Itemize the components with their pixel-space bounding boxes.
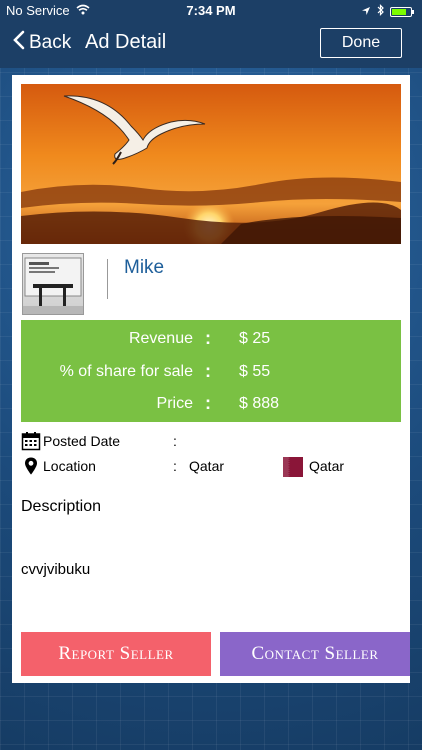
info-colon: : <box>173 458 177 474</box>
battery-icon <box>390 6 414 17</box>
bluetooth-icon <box>377 4 384 19</box>
clock: 7:34 PM <box>186 3 236 18</box>
seller-name: Mike <box>124 257 165 278</box>
header: No Service 7:34 PM Back Ad Detail Done <box>0 0 422 68</box>
location-value: Qatar <box>189 458 225 474</box>
stat-row-revenue: Revenue : $ 25 <box>21 324 401 354</box>
vertical-divider <box>107 259 108 299</box>
stat-value: $ 888 <box>239 395 280 412</box>
status-bar: No Service 7:34 PM <box>0 0 422 22</box>
stat-value: $ 25 <box>239 330 271 347</box>
posted-date-row: Posted Date : <box>21 430 401 452</box>
ad-image <box>21 84 401 244</box>
country-label: Qatar <box>309 458 345 474</box>
back-label: Back <box>29 32 72 53</box>
stat-label: Revenue <box>128 330 193 347</box>
stat-label: Price <box>156 395 193 412</box>
navbar: Back Ad Detail Done <box>0 22 422 68</box>
stat-colon: : <box>205 393 211 413</box>
page-title: Ad Detail <box>85 31 167 53</box>
location-arrow-icon <box>361 4 371 19</box>
report-seller-button[interactable]: Report Seller <box>21 632 211 676</box>
posted-date-label: Posted Date <box>43 433 121 449</box>
back-button[interactable]: Back <box>12 30 71 56</box>
ad-detail-card: Mike Revenue : $ 25 % of share for sale … <box>12 75 410 683</box>
description-heading: Description <box>21 498 102 515</box>
description-text: cvvjvibuku <box>21 561 91 578</box>
location-row: Location : Qatar Qatar <box>21 455 401 477</box>
stat-colon: : <box>205 361 211 381</box>
map-pin-icon <box>21 456 41 479</box>
calendar-icon <box>21 431 41 454</box>
stat-colon: : <box>205 328 211 348</box>
seller-avatar[interactable] <box>22 253 84 315</box>
location-label: Location <box>43 458 96 474</box>
contact-seller-button[interactable]: Contact Seller <box>220 632 410 676</box>
stat-value: $ 55 <box>239 363 271 380</box>
stat-row-share: % of share for sale : $ 55 <box>21 357 401 387</box>
info-colon: : <box>173 433 177 449</box>
stat-row-price: Price : $ 888 <box>21 389 401 419</box>
stat-label: % of share for sale <box>59 363 193 380</box>
stats-panel: Revenue : $ 25 % of share for sale : $ 5… <box>21 320 401 422</box>
seller-row: Mike <box>21 253 401 315</box>
done-button[interactable]: Done <box>320 28 402 58</box>
chevron-left-icon <box>12 30 25 56</box>
info-section: Posted Date : Location : Qatar Qatar <box>21 430 401 480</box>
qatar-flag-icon <box>283 457 303 477</box>
